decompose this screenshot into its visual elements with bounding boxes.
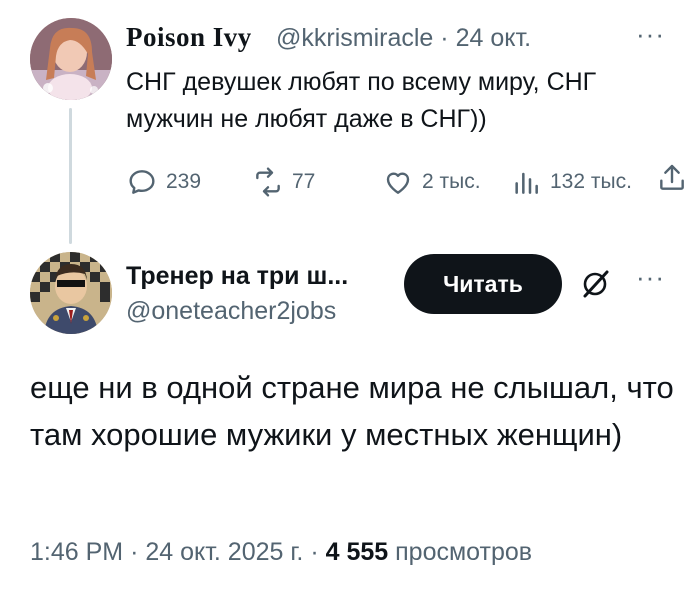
repost-count: 77 xyxy=(292,170,316,193)
reply-button[interactable]: 239 xyxy=(126,166,201,198)
tweet-date[interactable]: 24 окт. xyxy=(456,24,532,52)
reply-icon xyxy=(129,170,155,194)
tweet-text: СНГ девушек любят по всему миру, СНГ муж… xyxy=(126,68,597,133)
avatar[interactable] xyxy=(30,18,112,100)
meta-separator: · xyxy=(440,24,449,52)
grok-icon[interactable] xyxy=(578,267,612,301)
footer-separator: · xyxy=(310,538,319,566)
more-options-icon[interactable]: ··· xyxy=(636,19,665,50)
author-name[interactable]: Poison Ivy xyxy=(126,22,252,53)
tweet-time[interactable]: 1:46 PM xyxy=(30,538,123,566)
follow-button[interactable]: Читать xyxy=(404,254,562,314)
views-count: 4 555 xyxy=(325,538,389,566)
tweet-actions: 239 77 2 тыс. 132 тыс. xyxy=(126,164,686,206)
tweet-date[interactable]: 24 окт. 2025 г. xyxy=(145,538,303,566)
repost-button[interactable]: 77 xyxy=(252,166,315,198)
views-button[interactable]: 132 тыс. xyxy=(510,166,632,198)
share-icon xyxy=(660,164,684,190)
share-button[interactable] xyxy=(656,162,688,194)
views-label: просмотров xyxy=(395,538,533,566)
author-handle[interactable]: @oneteacher2jobs xyxy=(126,297,336,326)
like-count: 2 тыс. xyxy=(422,170,481,193)
heart-icon xyxy=(386,172,410,194)
tweet-text: еще ни в одной стране мира не слышал, чт… xyxy=(30,370,674,452)
avatar-illustration xyxy=(30,252,112,334)
like-button[interactable]: 2 тыс. xyxy=(382,166,481,198)
footer-separator: · xyxy=(130,538,139,566)
views-chart-icon xyxy=(515,172,538,194)
more-options-icon[interactable]: ··· xyxy=(636,262,665,293)
repost-icon xyxy=(256,167,280,197)
thread-line xyxy=(69,108,72,244)
avatar-photo xyxy=(30,18,112,100)
reply-count: 239 xyxy=(166,170,202,193)
tweet-footer: 1:46 PM · 24 окт. 2025 г. · 4 555 просмо… xyxy=(30,538,532,567)
views-count: 132 тыс. xyxy=(550,170,632,193)
tweet-meta: @kkrismiracle · 24 окт. xyxy=(276,24,531,53)
author-name[interactable]: Тренер на три ш... xyxy=(126,262,348,291)
author-handle[interactable]: @kkrismiracle xyxy=(276,24,433,52)
avatar[interactable] xyxy=(30,252,112,334)
grok-glyph xyxy=(583,270,609,298)
